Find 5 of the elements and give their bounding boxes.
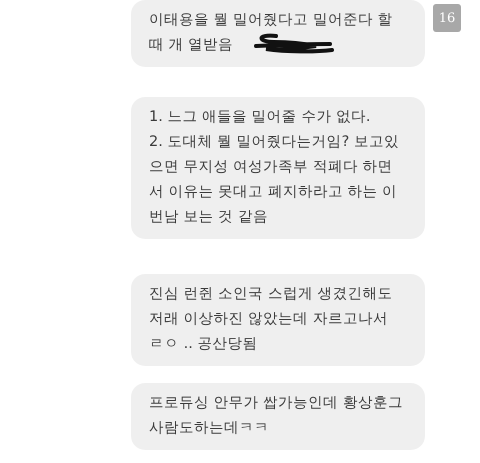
message-text: 프로듀싱 안무가 쌉가능인데 황상훈그 사람도하는데ㅋㅋ [149,394,404,438]
count-badge: 16 [433,4,461,32]
message-text: 이태용을 뭘 밀어줬다고 밀어준다 할 때 개 열받음 [149,11,394,55]
message-text: 진심 런쥔 소인국 스럽게 생겼긴해도 저래 이상하진 않았는데 자르고나서 ㄹㅇ .. 공산당됨 [149,285,394,354]
message-text: 1. 느그 애들을 밀어줄 수가 없다. 2. 도대체 뭘 밀어줬다는거임? 보고있 으면 무지성 여성가족부 적폐다 하면 서 이유는 못대고 폐지하라고 하는 이 번남 보는 것 같음 [149,108,400,227]
